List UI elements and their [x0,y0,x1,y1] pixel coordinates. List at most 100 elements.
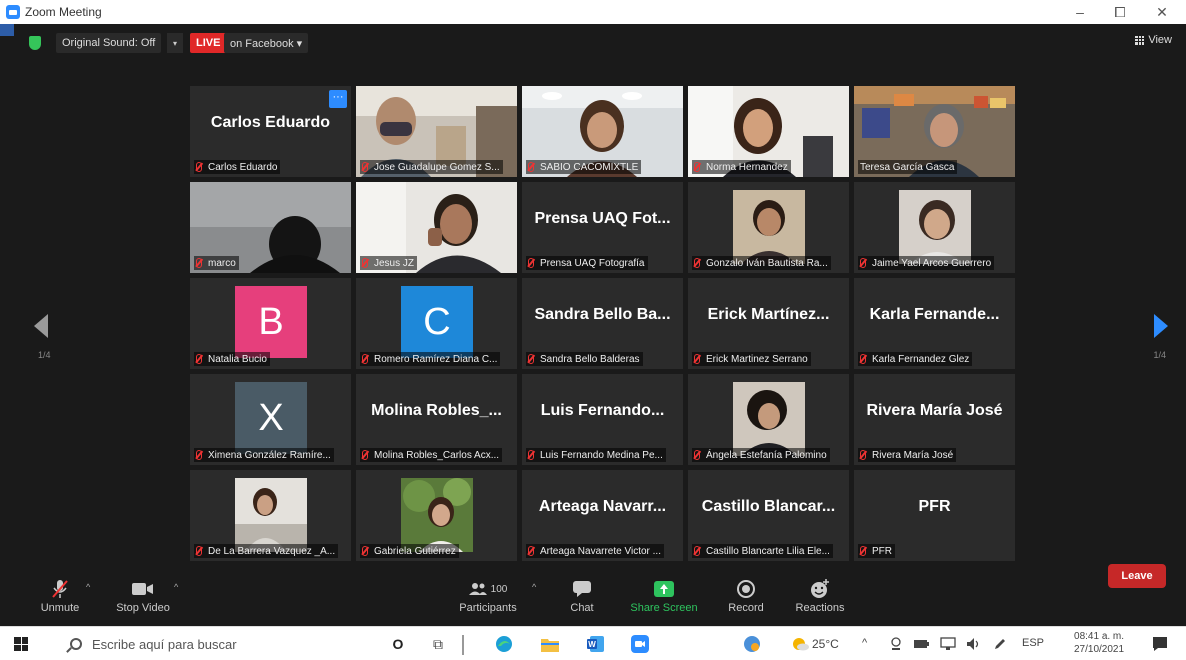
participant-tile[interactable]: Castillo Blancar... Castillo Blancarte L… [688,470,849,561]
live-on-facebook-button[interactable]: on Facebook ▾ [224,33,309,53]
unmute-button[interactable]: Unmute [32,576,88,624]
participant-tile[interactable]: Luis Fernando... Luis Fernando Medina Pe… [522,374,683,465]
muted-mic-icon [860,258,866,268]
view-button[interactable]: View [1135,34,1172,46]
participant-name-label: Carlos Eduardo [194,160,281,174]
keyboard-language[interactable]: ESP [1022,637,1044,649]
network-globe-icon[interactable] [742,635,762,653]
notifications-icon[interactable] [1150,635,1170,653]
participant-tile[interactable]: Ángela Estefanía Palomino [688,374,849,465]
unmute-label: Unmute [40,602,80,614]
audio-options-caret[interactable]: ^ [86,582,90,592]
participant-tile[interactable]: Norma Hernandez [688,86,849,177]
next-page-arrow-icon[interactable] [1154,314,1168,338]
participant-tile[interactable]: Jesus JZ [356,182,517,273]
participant-tile[interactable]: Erick Martínez... Erick Martinez Serrano [688,278,849,369]
reactions-button[interactable]: Reactions [792,576,848,624]
participant-tile[interactable]: Prensa UAQ Fot... Prensa UAQ Fotografía [522,182,683,273]
record-label: Record [728,602,764,614]
participant-tile[interactable]: X Ximena González Ramíre... [190,374,351,465]
chat-button[interactable]: Chat [562,576,602,624]
search-icon [70,638,82,650]
meeting-area: Original Sound: Off ▾ LIVE on Facebook ▾… [14,24,1186,624]
participant-name-label: Karla Fernandez Glez [858,352,973,366]
muted-mic-icon [196,354,202,364]
edge-browser-icon[interactable] [494,635,514,653]
meet-now-icon[interactable] [886,635,906,653]
monitor-network-icon[interactable] [938,635,958,653]
file-explorer-icon[interactable] [540,635,560,653]
participant-tile[interactable]: Arteaga Navarr... Arteaga Navarrete Vict… [522,470,683,561]
participant-tile[interactable]: PFR PFR [854,470,1015,561]
participant-name-label: Jaime Yael Arcos Guerrero [858,256,995,270]
participant-tile[interactable]: Gonzalo Iván Bautista Ra... [688,182,849,273]
zoom-logo-icon [6,5,20,19]
participant-name-label: PFR [858,544,895,558]
minimize-button[interactable]: – [1060,0,1100,24]
page-indicator-left: 1/4 [38,350,51,360]
participant-tile[interactable]: Karla Fernande... Karla Fernandez Glez [854,278,1015,369]
search-placeholder: Escribe aquí para buscar [92,636,237,652]
participant-tile[interactable]: Jaime Yael Arcos Guerrero [854,182,1015,273]
leave-button[interactable]: Leave [1108,564,1166,588]
pen-icon[interactable] [990,635,1010,653]
participant-tile[interactable]: C Romero Ramírez Diana C... [356,278,517,369]
clock-date: 27/10/2021 [1074,644,1125,655]
zoom-app-icon[interactable] [630,635,650,653]
muted-mic-icon [694,450,700,460]
participants-button[interactable]: 100 Participants [454,576,522,624]
battery-icon[interactable] [912,635,932,653]
chat-label: Chat [570,602,594,614]
participant-tile[interactable]: De La Barrera Vazquez _A... [190,470,351,561]
word-app-icon[interactable]: W [586,635,606,653]
participant-tile[interactable]: ··· Carlos Eduardo Carlos Eduardo [190,86,351,177]
volume-icon[interactable] [964,635,984,653]
live-badge[interactable]: LIVE [190,33,227,53]
muted-mic-icon [362,354,368,364]
previous-page-arrow-icon[interactable] [34,314,48,338]
participant-tile[interactable]: Jose Guadalupe Gomez S... [356,86,517,177]
window-titlebar: Zoom Meeting – ⧠ ✕ [0,0,1186,24]
temperature[interactable]: 25°C [812,637,839,651]
security-shield-icon[interactable] [29,36,41,50]
participants-caret[interactable]: ^ [532,582,536,592]
participant-tile[interactable]: Sandra Bello Ba... Sandra Bello Balderas [522,278,683,369]
participant-display-name: Erick Martínez... [707,306,830,323]
participant-tile[interactable]: B Natalia Bucio [190,278,351,369]
share-screen-icon [654,581,674,597]
task-view-icon[interactable]: ⧉ [428,635,448,653]
share-screen-label: Share Screen [630,602,698,614]
cortana-icon[interactable]: O [388,635,408,653]
participant-tile[interactable]: marco [190,182,351,273]
participant-tile[interactable]: SABIO CACOMIXTLE [522,86,683,177]
video-options-caret[interactable]: ^ [174,582,178,592]
maximize-button[interactable]: ⧠ [1100,0,1140,24]
participant-display-name: Arteaga Navarr... [538,498,667,515]
participant-name-label: Molina Robles_Carlos Acx... [360,448,503,462]
show-hidden-icons-caret[interactable]: ^ [862,637,867,649]
muted-mic-icon [528,450,534,460]
participant-name-label: Jesus JZ [360,256,418,270]
share-screen-button[interactable]: Share Screen [628,576,700,624]
windows-start-icon[interactable] [14,637,28,651]
clock[interactable]: 08:41 a. m. 27/10/2021 [1074,630,1124,656]
more-options-button[interactable]: ··· [329,90,347,108]
record-button[interactable]: Record [724,576,768,624]
participant-name-label: Prensa UAQ Fotografía [526,256,648,270]
participant-tile[interactable]: Molina Robles_... Molina Robles_Carlos A… [356,374,517,465]
smiley-plus-icon [811,579,829,598]
stop-video-label: Stop Video [116,602,170,614]
page-indicator-right: 1/4 [1153,350,1166,360]
active-speaker-tile[interactable]: Teresa García Gasca [854,86,1015,177]
stop-video-button[interactable]: Stop Video [112,576,174,624]
view-label: View [1148,34,1172,46]
original-sound-caret[interactable]: ▾ [167,33,183,53]
close-button[interactable]: ✕ [1142,0,1182,24]
original-sound-button[interactable]: Original Sound: Off [56,33,162,53]
weather-sun-icon [790,635,810,653]
muted-mic-icon [694,258,700,268]
participant-tile[interactable]: Gabriela Gutiérrez [356,470,517,561]
taskbar-search-box[interactable]: Escribe aquí para buscar [58,629,368,659]
participant-tile[interactable]: Rivera María José Rivera María José [854,374,1015,465]
muted-mic-icon [362,546,368,556]
